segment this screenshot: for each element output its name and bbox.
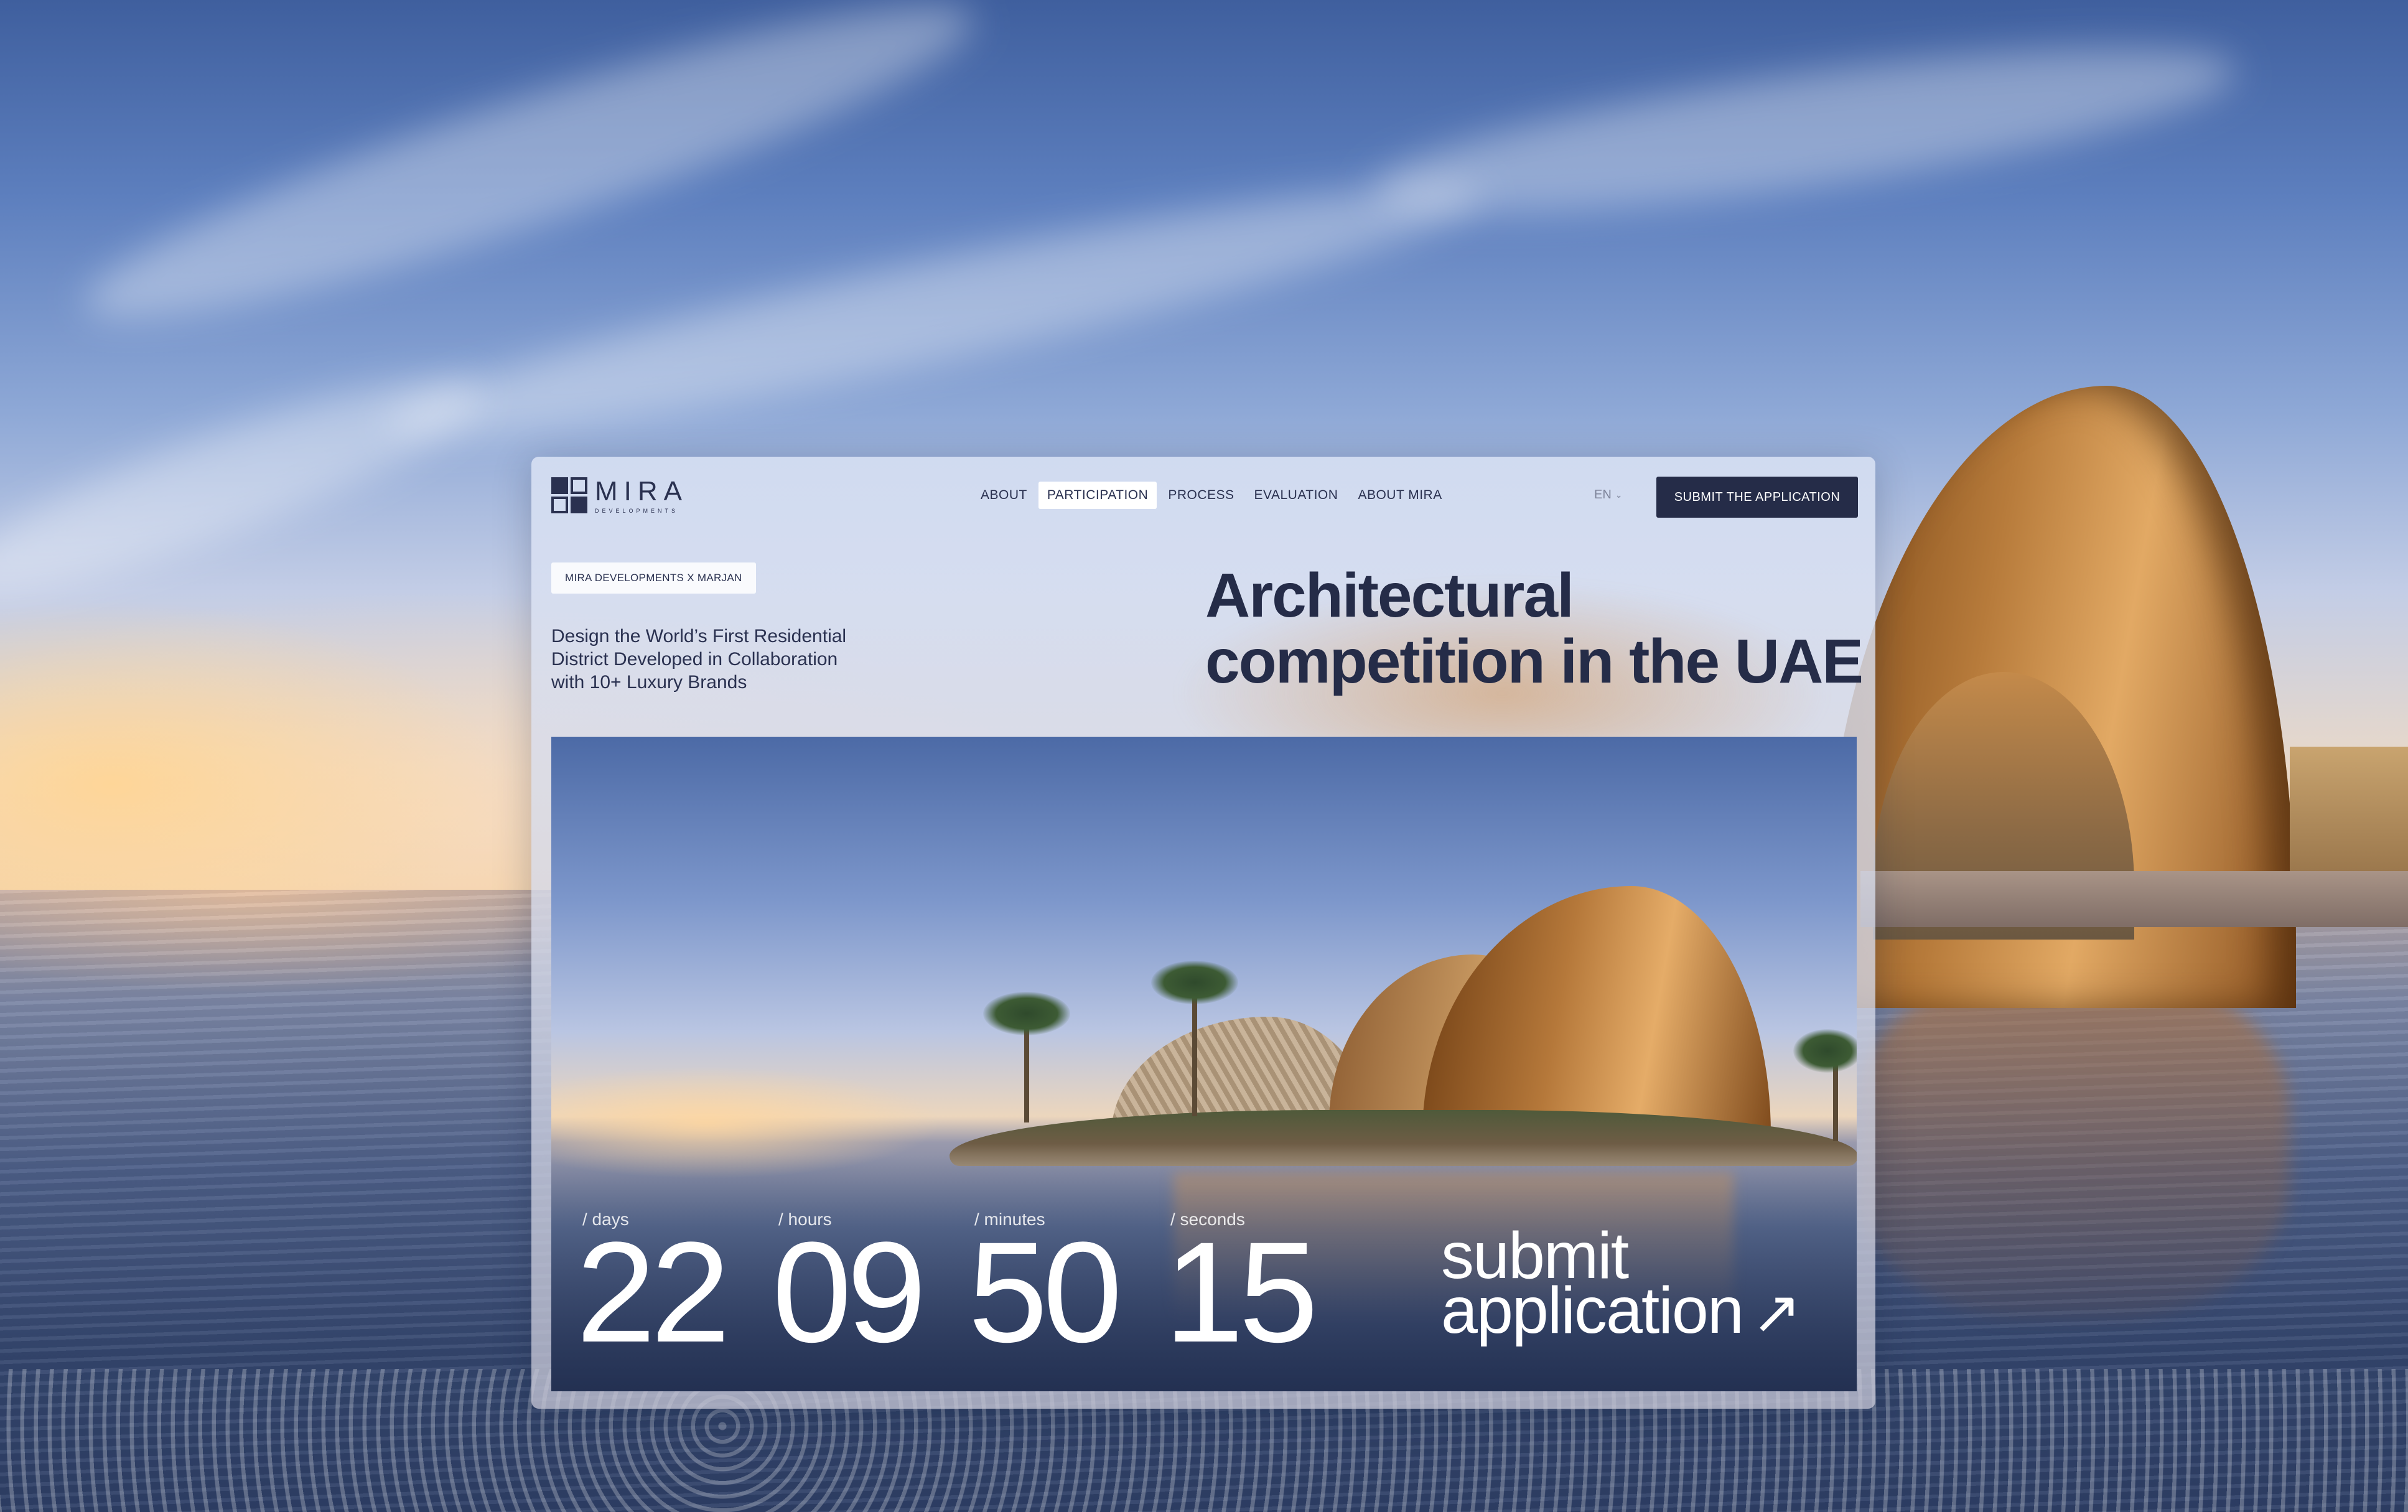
countdown-hours-value: 09 (772, 1212, 926, 1372)
brand-logo[interactable]: MIRA DEVELOPMENTS (551, 477, 688, 515)
countdown-days-value: 22 (576, 1212, 730, 1372)
headline-line-2: competition in the UAE (1205, 627, 1864, 696)
nav-item-participation[interactable]: PARTICIPATION (1038, 482, 1157, 509)
brand-name: MIRA (595, 476, 688, 506)
submit-link-line-2: application (1441, 1274, 1744, 1347)
countdown-seconds-value: 15 (1164, 1212, 1318, 1372)
chevron-down-icon: ⌄ (1615, 490, 1623, 500)
countdown-days-label: / days (582, 1210, 629, 1229)
countdown-seconds-label: / seconds (1170, 1210, 1245, 1229)
palm-tree-icon (1151, 961, 1238, 1004)
background-deck (1860, 871, 2408, 927)
arrow-up-right-icon: ↗ (1751, 1279, 1801, 1346)
countdown-minutes: / minutes 50 (968, 1210, 1122, 1372)
nav-item-about-mira[interactable]: ABOUT MIRA (1349, 482, 1450, 509)
palm-trunk (1192, 986, 1197, 1116)
nav-item-about[interactable]: ABOUT (972, 482, 1036, 509)
countdown-minutes-value: 50 (968, 1212, 1122, 1372)
countdown-seconds: / seconds 15 (1164, 1210, 1318, 1372)
logo-mark-icon (551, 477, 587, 515)
countdown-hours-label: / hours (778, 1210, 832, 1229)
nav-item-process[interactable]: PROCESS (1159, 482, 1243, 509)
hero-lead-text: Design the World’s First Residential Dis… (551, 626, 847, 693)
brand-subtitle: DEVELOPMENTS (595, 508, 679, 514)
countdown-hours: / hours 09 (772, 1210, 926, 1372)
countdown-days: / days 22 (576, 1210, 730, 1372)
language-selector[interactable]: EN ⌄ (1594, 488, 1623, 502)
palm-tree-icon (983, 992, 1070, 1035)
nav-item-evaluation[interactable]: EVALUATION (1246, 482, 1347, 509)
hero-headline: Architectural competition in the UAE (1205, 562, 1865, 694)
background-reflection (1854, 971, 2290, 1319)
website-preview-card: MIRA DEVELOPMENTS ABOUT PARTICIPATION PR… (531, 457, 1875, 1409)
main-nav: ABOUT PARTICIPATION PROCESS EVALUATION A… (972, 482, 1451, 509)
palm-tree-icon (1793, 1029, 1857, 1073)
hero-image: / days 22 / hours 09 / minutes 50 / seco… (551, 737, 1857, 1391)
submit-application-link[interactable]: submit application ↗ (1441, 1223, 1801, 1343)
headline-line-1: Architectural (1205, 561, 1574, 630)
countdown-minutes-label: / minutes (974, 1210, 1045, 1229)
submit-application-button[interactable]: SUBMIT THE APPLICATION (1656, 477, 1858, 518)
language-label: EN (1594, 488, 1612, 502)
hero-shell-roof (1422, 886, 1771, 1147)
collaboration-tag: MIRA DEVELOPMENTS X MARJAN (551, 562, 756, 594)
